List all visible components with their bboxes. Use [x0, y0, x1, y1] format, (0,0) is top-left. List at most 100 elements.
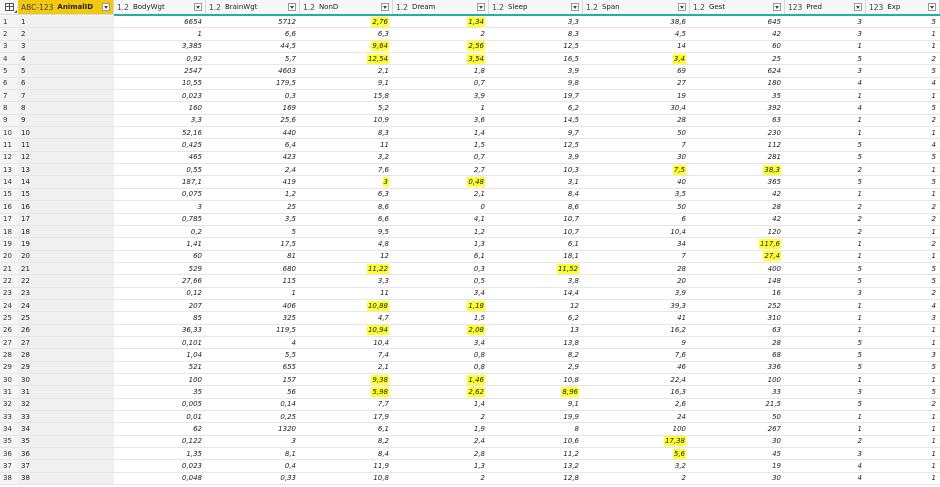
column-header-brainwgt[interactable]: 1.2 BrainWgt [206, 0, 300, 14]
cell-animalid[interactable]: 38 [18, 472, 114, 485]
cell-pred[interactable]: 1 [785, 374, 866, 385]
cell-nond[interactable]: 7,7 [300, 399, 393, 410]
cell-brainwgt[interactable]: 5712 [206, 16, 300, 27]
cell-nond[interactable]: 4,7 [300, 312, 393, 323]
cell-dream[interactable]: 0,48 [393, 176, 489, 188]
cell-bodywgt[interactable]: 2547 [114, 65, 206, 76]
cell-dream[interactable]: 2,56 [393, 41, 489, 52]
cell-nond[interactable]: 8,3 [300, 127, 393, 138]
cell-animalid[interactable]: 35 [18, 435, 114, 448]
chevron-down-icon[interactable] [194, 3, 202, 11]
cell-sleep[interactable]: 9,8 [489, 78, 583, 89]
cell-animalid[interactable]: 1 [18, 16, 114, 28]
cell-dream[interactable]: 1,4 [393, 127, 489, 138]
cell-animalid[interactable]: 14 [18, 176, 114, 188]
cell-exp[interactable]: 5 [866, 16, 940, 27]
cell-dream[interactable]: 2,4 [393, 436, 489, 447]
column-header-bodywgt[interactable]: 1.2 BodyWgt [114, 0, 206, 14]
cell-gest[interactable]: 42 [690, 28, 785, 39]
cell-animalid[interactable]: 34 [18, 423, 114, 435]
cell-span[interactable]: 6 [583, 214, 690, 225]
cell-dream[interactable]: 2,62 [393, 386, 489, 397]
cell-bodywgt[interactable]: 465 [114, 152, 206, 163]
cell-bodywgt[interactable]: 187,1 [114, 176, 206, 187]
cell-gest[interactable]: 400 [690, 263, 785, 274]
table-row[interactable]: 38 38 0,048 0,33 10,8 2 12,8 2 30 4 1 [0, 472, 940, 486]
cell-brainwgt[interactable]: 2,4 [206, 164, 300, 175]
cell-exp[interactable]: 1 [866, 337, 940, 348]
cell-exp[interactable]: 1 [866, 90, 940, 101]
column-header-span[interactable]: 1.2 Span [583, 0, 690, 14]
cell-brainwgt[interactable]: 1,2 [206, 189, 300, 200]
cell-span[interactable]: 7,5 [583, 164, 690, 175]
cell-pred[interactable]: 2 [785, 226, 866, 237]
type-icon[interactable]: 1.2 [492, 3, 504, 12]
cell-sleep[interactable]: 11,2 [489, 448, 583, 459]
cell-gest[interactable]: 35 [690, 90, 785, 101]
cell-span[interactable]: 30 [583, 152, 690, 163]
table-row[interactable]: 14 14 187,1 419 3 0,48 3,1 40 365 5 5 [0, 176, 940, 189]
cell-dream[interactable]: 2,7 [393, 164, 489, 175]
cell-animalid[interactable]: 6 [18, 77, 114, 90]
cell-gest[interactable]: 42 [690, 214, 785, 225]
cell-sleep[interactable]: 8,6 [489, 201, 583, 212]
cell-nond[interactable]: 6,3 [300, 189, 393, 200]
cell-nond[interactable]: 10,9 [300, 115, 393, 126]
cell-nond[interactable]: 10,8 [300, 473, 393, 484]
cell-dream[interactable]: 1,3 [393, 238, 489, 249]
cell-animalid[interactable]: 9 [18, 114, 114, 127]
cell-pred[interactable]: 5 [785, 152, 866, 163]
chevron-down-icon[interactable] [477, 3, 485, 11]
cell-span[interactable]: 17,38 [583, 436, 690, 447]
cell-pred[interactable]: 3 [785, 16, 866, 27]
cell-exp[interactable]: 1 [866, 436, 940, 447]
cell-exp[interactable]: 5 [866, 65, 940, 76]
cell-nond[interactable]: 2,76 [300, 16, 393, 27]
cell-sleep[interactable]: 19,9 [489, 411, 583, 422]
cell-dream[interactable]: 3,6 [393, 115, 489, 126]
cell-sleep[interactable]: 10,7 [489, 214, 583, 225]
table-row[interactable]: 28 28 1,04 5,5 7,4 0,8 8,2 7,6 68 5 3 [0, 349, 940, 362]
table-row[interactable]: 2 2 1 6,6 6,3 2 8,3 4,5 42 3 1 [0, 28, 940, 41]
cell-brainwgt[interactable]: 0,4 [206, 460, 300, 471]
cell-animalid[interactable]: 32 [18, 398, 114, 410]
cell-pred[interactable]: 1 [785, 300, 866, 311]
cell-brainwgt[interactable]: 440 [206, 127, 300, 138]
cell-animalid[interactable]: 36 [18, 448, 114, 460]
column-header-nond[interactable]: 1.2 NonD [300, 0, 393, 14]
cell-span[interactable]: 3,2 [583, 460, 690, 471]
cell-animalid[interactable]: 20 [18, 250, 114, 262]
cell-animalid[interactable]: 17 [18, 213, 114, 225]
cell-pred[interactable]: 2 [785, 201, 866, 212]
cell-gest[interactable]: 33 [690, 386, 785, 397]
cell-gest[interactable]: 180 [690, 78, 785, 89]
cell-bodywgt[interactable]: 0,785 [114, 214, 206, 225]
cell-nond[interactable]: 9,5 [300, 226, 393, 237]
cell-span[interactable]: 50 [583, 127, 690, 138]
cell-brainwgt[interactable]: 115 [206, 275, 300, 286]
table-row[interactable]: 34 34 62 1320 6,1 1,9 8 100 267 1 1 [0, 423, 940, 436]
cell-sleep[interactable]: 19,7 [489, 90, 583, 101]
cell-pred[interactable]: 3 [785, 386, 866, 397]
cell-exp[interactable]: 2 [866, 288, 940, 299]
cell-bodywgt[interactable]: 0,12 [114, 288, 206, 299]
cell-exp[interactable]: 4 [866, 78, 940, 89]
cell-sleep[interactable]: 13,2 [489, 460, 583, 471]
cell-brainwgt[interactable]: 419 [206, 176, 300, 187]
cell-dream[interactable]: 1,34 [393, 16, 489, 27]
cell-span[interactable]: 2 [583, 473, 690, 484]
cell-dream[interactable]: 1 [393, 102, 489, 113]
cell-brainwgt[interactable]: 1320 [206, 423, 300, 434]
type-icon[interactable]: 123 [869, 3, 883, 12]
cell-brainwgt[interactable]: 680 [206, 263, 300, 274]
cell-gest[interactable]: 252 [690, 300, 785, 311]
chevron-down-icon[interactable] [381, 3, 389, 11]
table-row[interactable]: 10 10 52,16 440 8,3 1,4 9,7 50 230 1 1 [0, 127, 940, 140]
cell-dream[interactable]: 2,08 [393, 325, 489, 336]
cell-dream[interactable]: 0,3 [393, 263, 489, 274]
cell-brainwgt[interactable]: 4603 [206, 65, 300, 76]
cell-dream[interactable]: 0,8 [393, 362, 489, 373]
cell-span[interactable]: 41 [583, 312, 690, 323]
cell-bodywgt[interactable]: 0,55 [114, 164, 206, 175]
cell-sleep[interactable]: 10,3 [489, 164, 583, 175]
